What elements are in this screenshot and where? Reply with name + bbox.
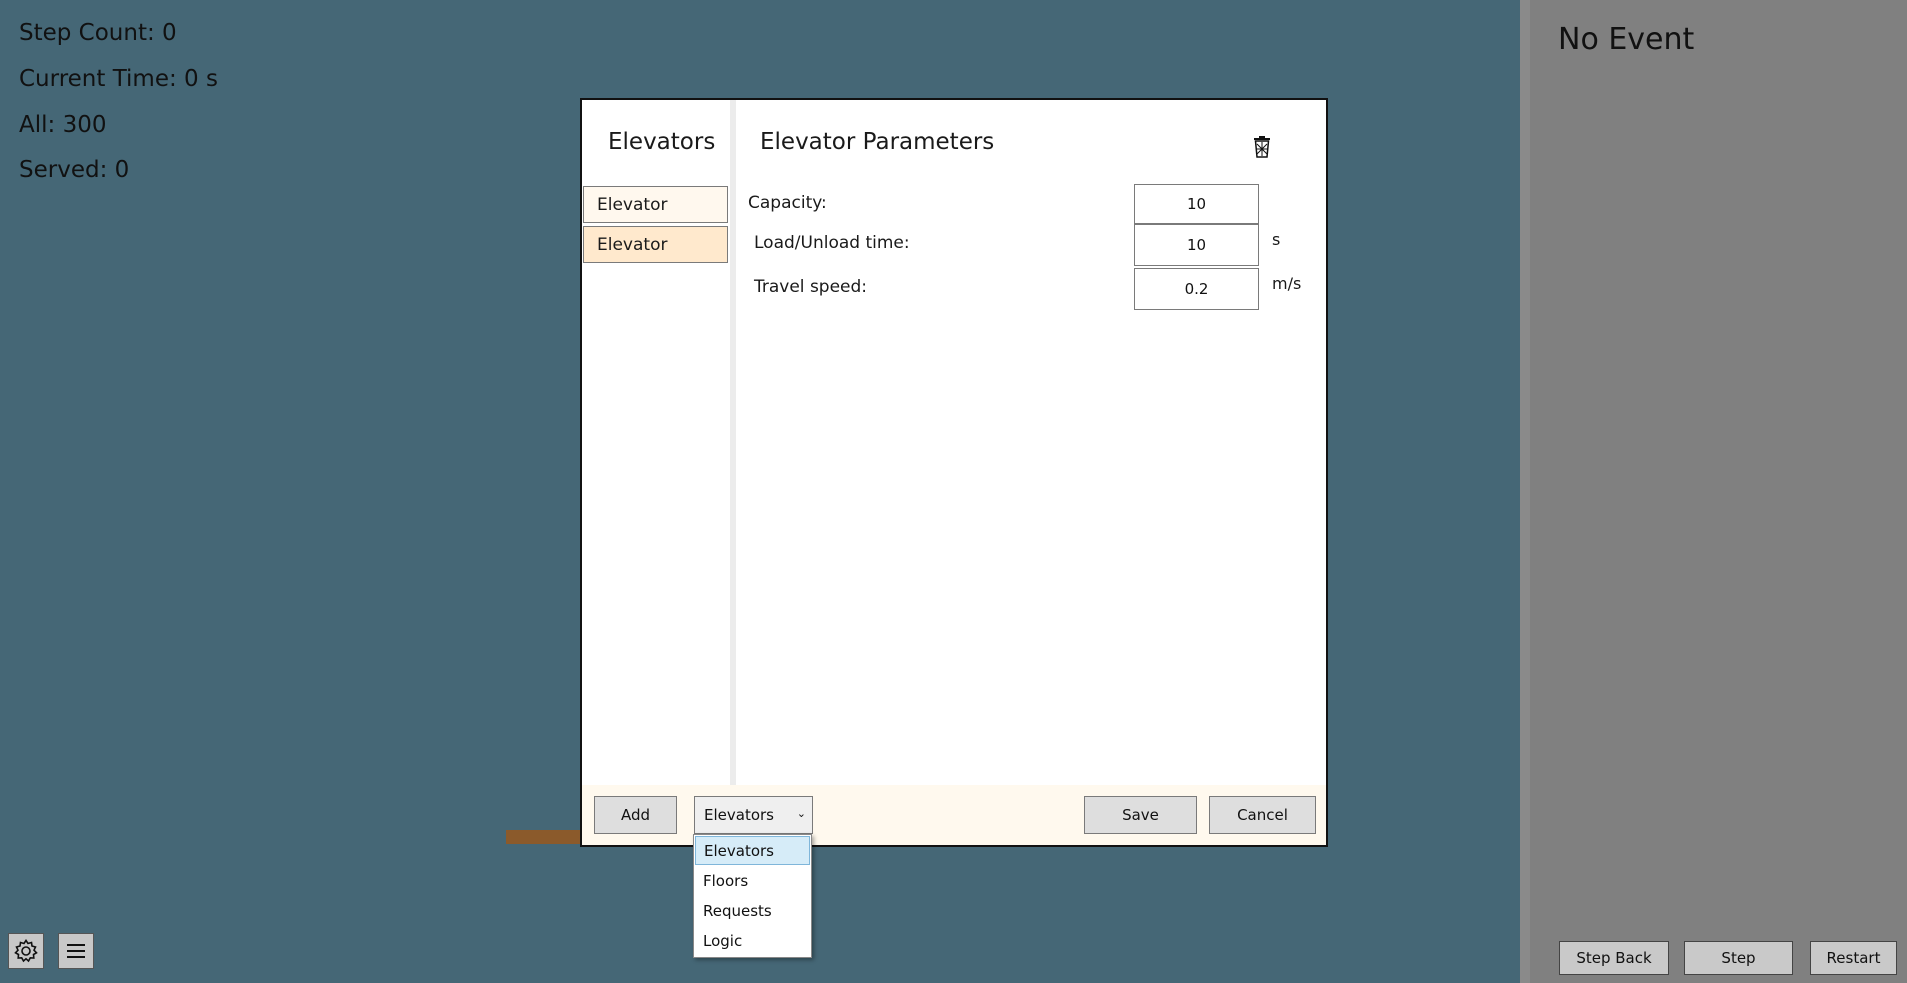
load-unload-unit: s [1272,230,1281,249]
elevator-list-item[interactable]: Elevator [583,186,728,223]
travel-speed-input[interactable] [1134,268,1259,310]
panel-divider [730,100,736,785]
trash-icon[interactable] [1252,136,1272,158]
mode-select[interactable]: Elevators ⌄ [694,796,813,834]
travel-speed-label: Travel speed: [754,277,868,297]
elevator-parameters-title: Elevator Parameters [760,129,995,155]
dropdown-option-logic[interactable]: Logic [695,926,810,955]
current-time-label: Current Time: 0 s [19,66,218,92]
capacity-label: Capacity: [748,193,827,213]
floor-bar [506,830,582,844]
dropdown-option-floors[interactable]: Floors [695,866,810,895]
step-button[interactable]: Step [1684,941,1793,975]
elevator-list-title: Elevators [608,129,716,155]
served-count-label: Served: 0 [19,157,130,183]
step-back-button[interactable]: Step Back [1559,941,1669,975]
dropdown-option-requests[interactable]: Requests [695,896,810,925]
mode-select-value: Elevators [704,806,774,824]
step-count-label: Step Count: 0 [19,20,177,46]
save-button[interactable]: Save [1084,796,1197,834]
capacity-input[interactable] [1134,184,1259,224]
settings-button[interactable] [8,933,44,969]
chevron-down-icon: ⌄ [796,807,806,820]
elevator-list-panel: Elevators Elevator Elevator [582,100,732,785]
elevator-settings-dialog: Elevators Elevator Elevator Elevator Par… [580,98,1328,847]
elevator-list-item-selected[interactable]: Elevator [583,226,728,263]
gear-icon [14,939,38,963]
event-title: No Event [1558,22,1695,57]
add-button[interactable]: Add [594,796,677,834]
menu-button[interactable] [58,933,94,969]
cancel-button[interactable]: Cancel [1209,796,1316,834]
event-panel: No Event Step Back Step Restart [1520,0,1907,983]
load-unload-time-label: Load/Unload time: [754,233,910,253]
restart-button[interactable]: Restart [1810,941,1897,975]
all-count-label: All: 300 [19,112,107,138]
load-unload-time-input[interactable] [1134,224,1259,266]
mode-dropdown-list: Elevators Floors Requests Logic [693,834,812,958]
dropdown-option-elevators[interactable]: Elevators [695,836,810,865]
event-panel-edge [1520,0,1530,983]
menu-icon [67,944,85,958]
travel-speed-unit: m/s [1272,274,1302,293]
